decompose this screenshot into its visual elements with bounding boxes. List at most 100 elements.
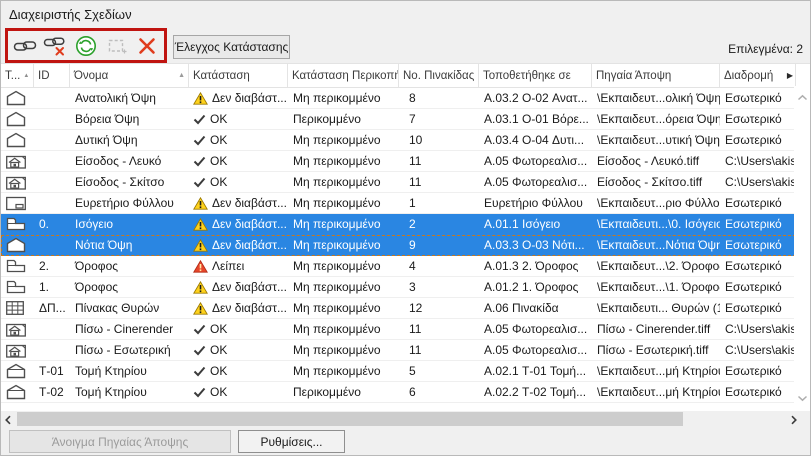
table-row[interactable]: Δυτική Όψη OK Μη περικομμένο 10 A.03.4 O…	[1, 130, 796, 151]
chevron-down-icon[interactable]	[797, 391, 808, 405]
cell-crop-status: Μη περικομμένο	[293, 196, 381, 210]
cell-id	[34, 130, 70, 150]
cell-source-view: \Εκπαιδευτι... Θυρών (1)	[597, 301, 720, 315]
sort-ascending-icon: ▲	[23, 72, 30, 79]
cell-path: Εσωτερικό	[725, 196, 782, 210]
unlink-drawing-button[interactable]	[41, 33, 69, 59]
delete-drawing-button[interactable]	[133, 33, 161, 59]
cell-path: Εσωτερικό	[725, 301, 782, 315]
cell-placed-on: A.02.1 Τ-01 Τομή...	[484, 364, 587, 378]
chevron-up-icon[interactable]	[797, 90, 808, 104]
table-row[interactable]: Ανατολική Όψη Δεν διαβάστ... Μη περικομμ…	[1, 88, 796, 109]
column-scroll-right-icon[interactable]: ▶	[787, 71, 793, 80]
table-row[interactable]: 1. Όροφος Δεν διαβάστ... Μη περικομμένο …	[1, 277, 796, 298]
open-source-view-label: Άνοιγμα Πηγαίας Άποψης	[51, 434, 189, 449]
table-row[interactable]: Τ-02 Τομή Κτηρίου OK Περικομμένο 6 A.02.…	[1, 382, 796, 403]
cell-path: Εσωτερικό	[725, 91, 782, 105]
cell-status: Δεν διαβάστ...	[189, 88, 288, 108]
red-annotation-box	[5, 28, 167, 63]
cell-source-view: \Εκπαιδευτ...ριο Φύλλου	[597, 196, 720, 210]
story-icon	[5, 258, 27, 274]
open-source-view-button[interactable]: Άνοιγμα Πηγαίας Άποψης	[9, 430, 231, 453]
cell-layout-number: 7	[409, 112, 416, 126]
cell-status: Δεν διαβάστ...	[189, 298, 288, 318]
cell-crop-status: Μη περικομμένο	[293, 91, 381, 105]
cell-crop-status: Μη περικομμένο	[293, 133, 381, 147]
column-header-crop-status[interactable]: Κατάσταση Περικοπής	[288, 64, 399, 87]
cell-path: C:\Users\akis	[725, 154, 796, 168]
column-header-name[interactable]: Όνομα ▲	[70, 64, 189, 87]
column-header-id[interactable]: ID	[34, 64, 70, 87]
cell-name: Πίσω - Εσωτερική	[75, 343, 171, 357]
cell-name: Τομή Κτηρίου	[75, 385, 147, 399]
vertical-scrollbar[interactable]	[794, 86, 810, 409]
horizontal-scrollbar[interactable]	[1, 411, 810, 428]
horizontal-scrollbar-thumb[interactable]	[17, 412, 683, 426]
table-row[interactable]: 2. Όροφος Λείπει Μη περικομμένο 4 A.01.3…	[1, 256, 796, 277]
table-row[interactable]: Τ-01 Τομή Κτηρίου OK Μη περικομμένο 5 A.…	[1, 361, 796, 382]
cell-crop-status: Μη περικομμένο	[293, 280, 381, 294]
ok-status-icon	[193, 366, 206, 377]
cell-id	[34, 172, 70, 192]
cell-name: Ανατολική Όψη	[75, 91, 156, 105]
crop-drawing-button[interactable]	[103, 33, 131, 59]
ok-status-icon	[193, 324, 206, 335]
cell-crop-status: Μη περικομμένο	[293, 238, 381, 252]
column-header-source-view[interactable]: Πηγαία Άποψη	[592, 64, 720, 87]
image-icon	[5, 321, 27, 338]
cell-placed-on: A.01.2 1. Όροφος	[484, 280, 579, 294]
cell-layout-number: 12	[409, 301, 423, 315]
column-header-path[interactable]: Διαδρομή ▶	[720, 64, 796, 87]
check-status-button[interactable]: Έλεγχος Κατάστασης	[173, 35, 290, 59]
table-row[interactable]: 0. Ισόγειο Δεν διαβάστ... Μη περικομμένο…	[1, 214, 796, 235]
warning-status-icon	[193, 91, 208, 105]
table-row[interactable]: Είσοδος - Λευκό OK Μη περικομμένο 11 A.0…	[1, 151, 796, 172]
update-drawing-button[interactable]	[72, 33, 100, 59]
cell-id	[34, 193, 70, 213]
table-row[interactable]: Πίσω - Cinerender OK Μη περικομμένο 11 A…	[1, 319, 796, 340]
image-icon	[5, 174, 27, 191]
cell-layout-number: 5	[409, 364, 416, 378]
cell-source-view: Είσοδος - Λευκό.tiff	[597, 154, 700, 168]
column-header-placed-on[interactable]: Τοποθετήθηκε σε	[479, 64, 592, 87]
warning-status-icon	[193, 217, 208, 231]
cell-placed-on: A.03.3 O-03 Νότι...	[484, 238, 585, 252]
section-icon	[5, 384, 27, 400]
cell-placed-on: A.01.3 2. Όροφος	[484, 259, 579, 273]
link-drawing-button[interactable]	[11, 33, 39, 59]
cell-layout-number: 8	[409, 91, 416, 105]
cell-name: Βόρεια Όψη	[75, 112, 140, 126]
cell-name: Είσοδος - Λευκό	[75, 154, 162, 168]
column-header-type[interactable]: Τ... ▲▲	[1, 64, 34, 87]
image-icon	[5, 342, 27, 359]
cell-path: Εσωτερικό	[725, 238, 782, 252]
cell-status: Δεν διαβάστ...	[189, 277, 288, 297]
chevron-left-icon[interactable]	[4, 414, 12, 428]
elevation-icon	[5, 111, 27, 127]
cell-placed-on: A.05 Φωτορεαλισ...	[484, 322, 588, 336]
table-row[interactable]: Είσοδος - Σκίτσο OK Μη περικομμένο 11 A.…	[1, 172, 796, 193]
column-header-status[interactable]: Κατάσταση	[189, 64, 288, 87]
table-row[interactable]: ΔΠ... Πίνακας Θυρών Δεν διαβάστ... Μη πε…	[1, 298, 796, 319]
chevron-right-icon[interactable]	[790, 414, 798, 428]
cell-id	[34, 319, 70, 339]
table-row[interactable]: Νότια Όψη Δεν διαβάστ... Μη περικομμένο …	[1, 235, 796, 256]
settings-button[interactable]: Ρυθμίσεις...	[238, 430, 345, 453]
ok-status-icon	[193, 177, 206, 188]
cell-status: OK	[189, 109, 288, 129]
ok-status-icon	[193, 387, 206, 398]
cell-path: Εσωτερικό	[725, 364, 782, 378]
table-row[interactable]: Ευρετήριο Φύλλου Δεν διαβάστ... Μη περικ…	[1, 193, 796, 214]
cell-placed-on: A.01.1 Ισόγειο	[484, 217, 561, 231]
column-header-layout-number[interactable]: Νο. Πινακίδας	[399, 64, 479, 87]
cell-status: OK	[189, 151, 288, 171]
cell-id: 1.	[39, 280, 50, 294]
cell-source-view: \Εκπαιδευτ...\1. Όροφος	[597, 280, 720, 294]
cell-layout-number: 4	[409, 259, 416, 273]
cell-path: C:\Users\akis	[725, 175, 796, 189]
cell-id	[34, 88, 70, 108]
table-row[interactable]: Πίσω - Εσωτερική OK Μη περικομμένο 11 A.…	[1, 340, 796, 361]
table-row[interactable]: Βόρεια Όψη OK Περικομμένο 7 A.03.1 O-01 …	[1, 109, 796, 130]
cell-id	[34, 235, 70, 255]
settings-label: Ρυθμίσεις...	[260, 434, 323, 449]
